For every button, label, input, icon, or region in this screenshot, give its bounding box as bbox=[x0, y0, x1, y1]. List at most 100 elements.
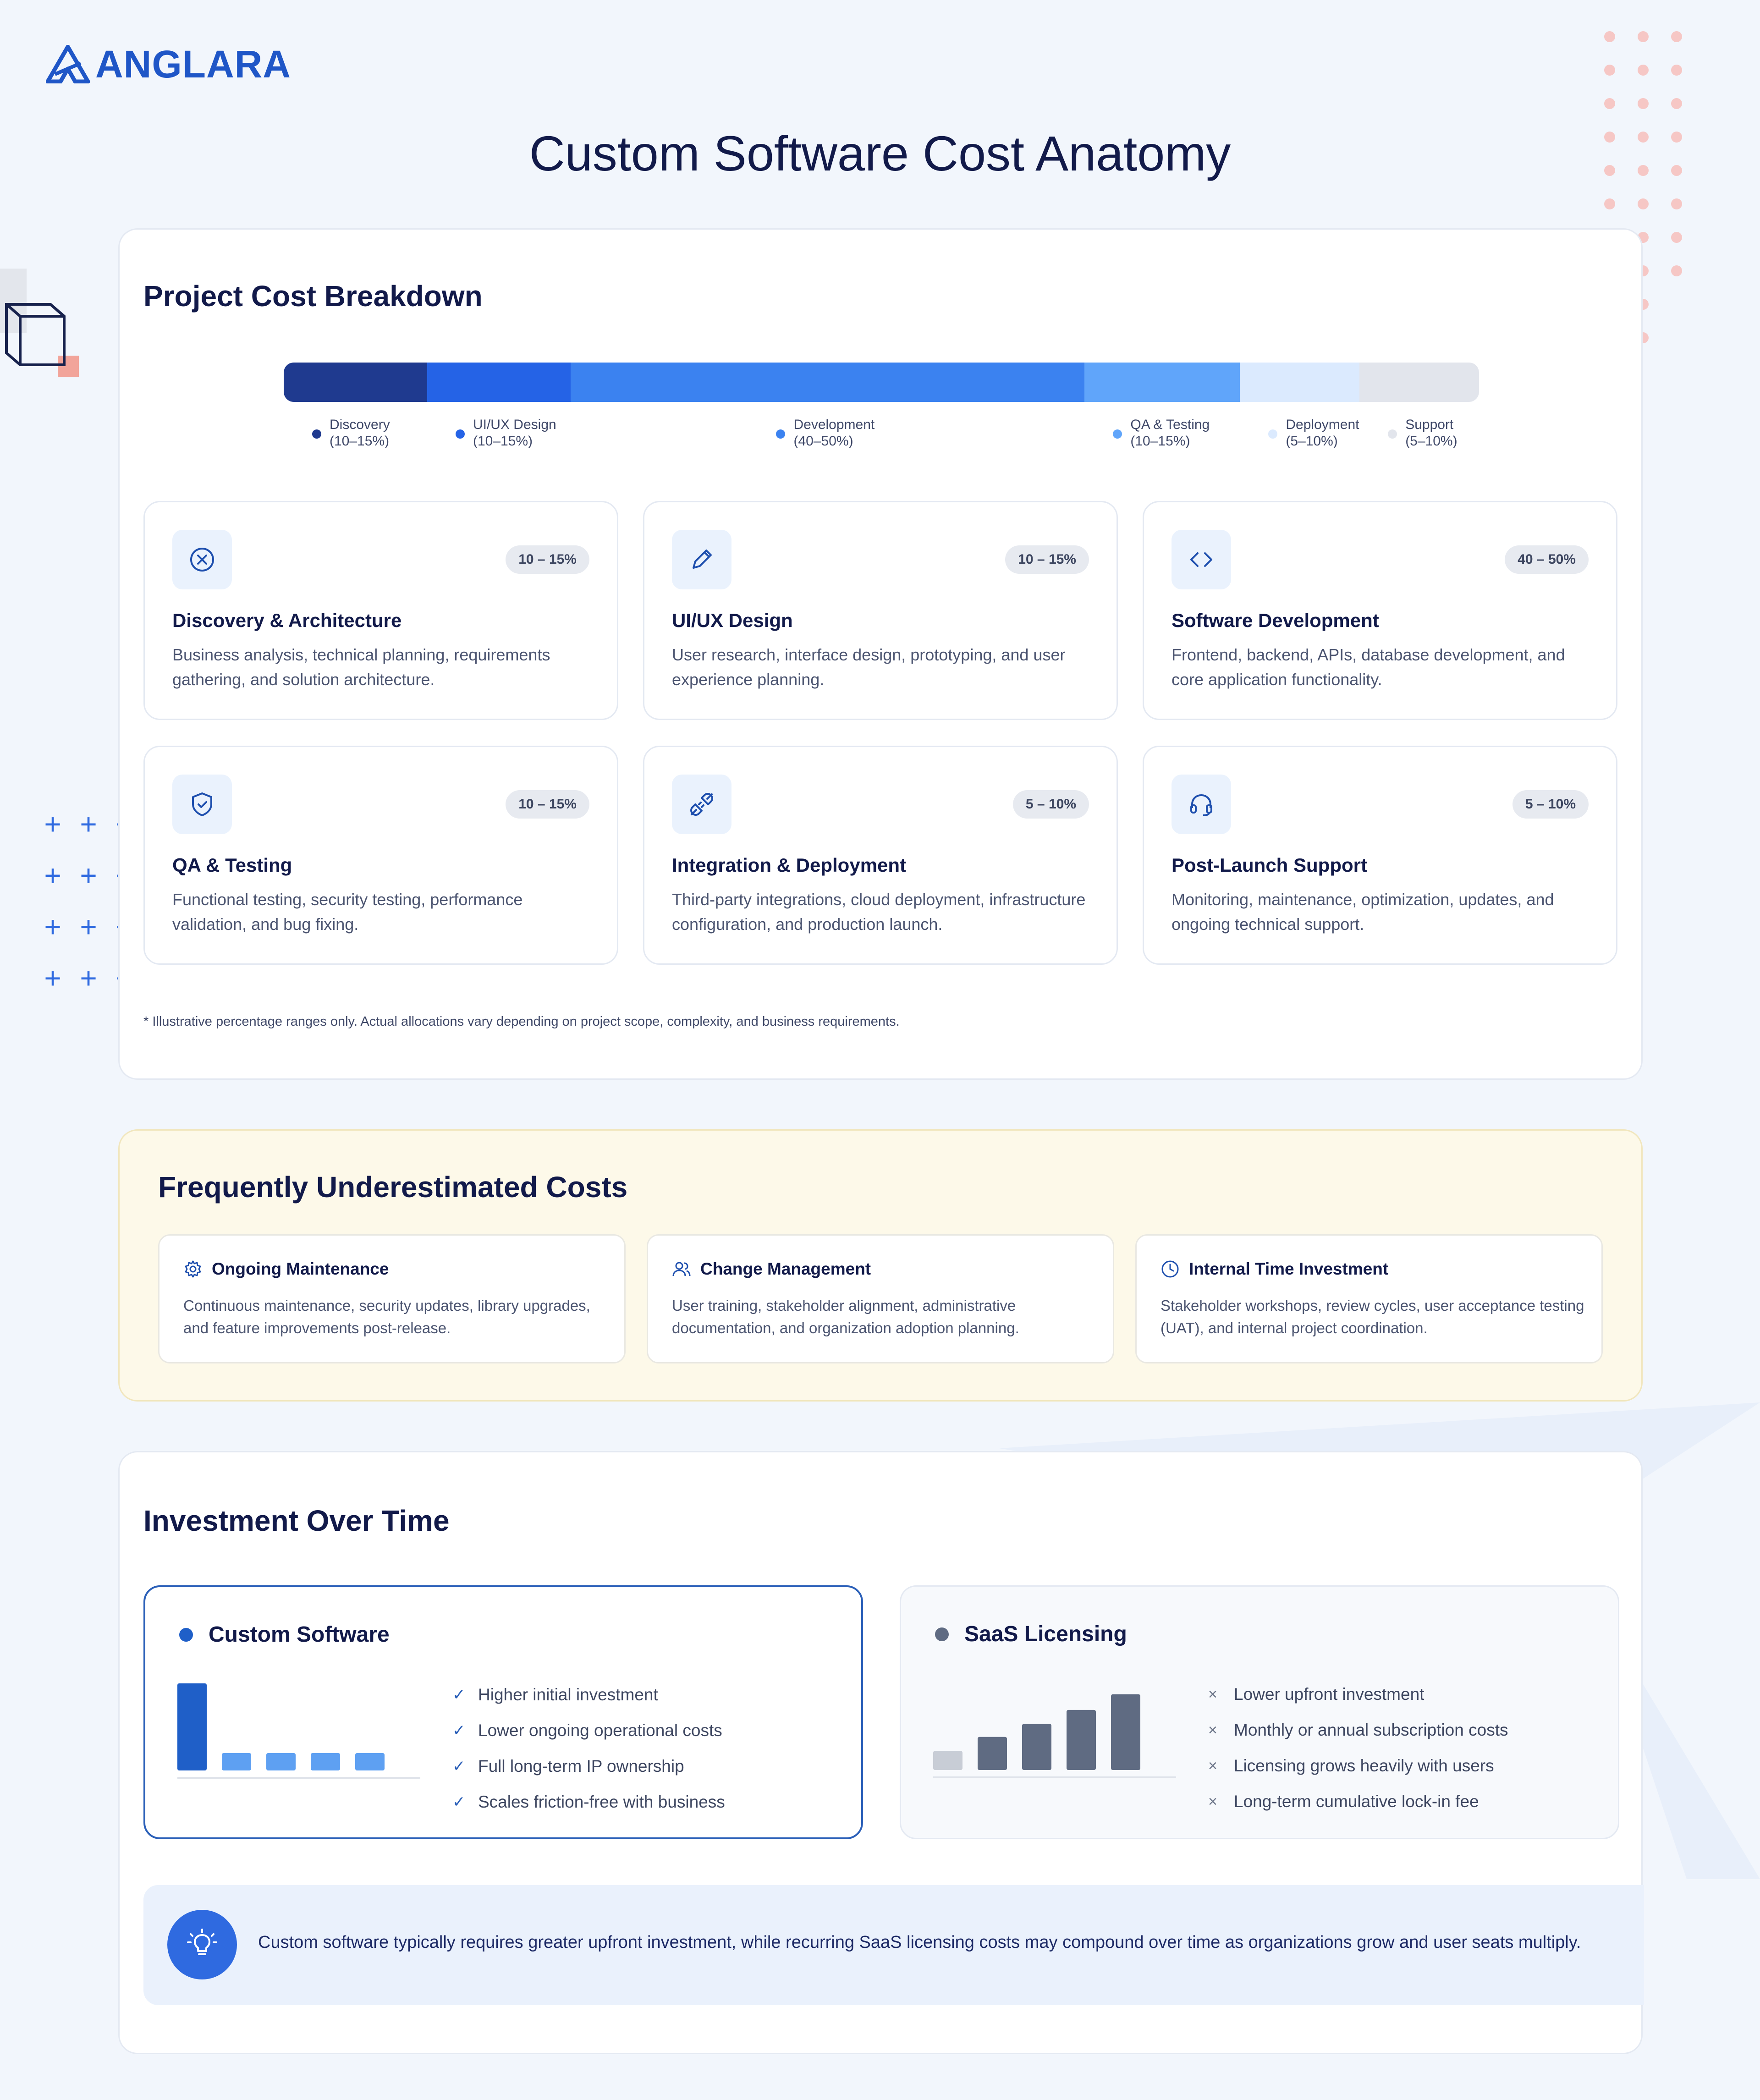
x-icon: × bbox=[1208, 1685, 1217, 1703]
breakdown-title: Project Cost Breakdown bbox=[143, 280, 483, 313]
item-title: Ongoing Maintenance bbox=[212, 1259, 389, 1278]
phase-card-uiux[interactable]: 10 – 15% UI/UX Design User research, int… bbox=[643, 501, 1118, 720]
stack-segment bbox=[570, 363, 1085, 402]
headset-icon bbox=[1172, 775, 1231, 834]
decorative-dot bbox=[1638, 65, 1649, 76]
check-icon: ✓ bbox=[452, 1758, 466, 1775]
phase-description: Functional testing, security testing, pe… bbox=[172, 890, 523, 934]
phase-card-discovery[interactable]: 10 – 15% Discovery & Architecture Busine… bbox=[143, 501, 618, 720]
legend-label: Support (5–10%) bbox=[1405, 417, 1458, 449]
phase-title: Discovery & Architecture bbox=[172, 610, 402, 631]
decorative-dot bbox=[1671, 65, 1682, 76]
underestimated-item-internal-time[interactable]: Internal Time Investment Stakeholder wor… bbox=[1135, 1234, 1603, 1363]
chart-bar bbox=[311, 1753, 340, 1770]
percent-badge: 5 – 10% bbox=[1012, 790, 1089, 819]
gear-icon bbox=[185, 1260, 201, 1278]
chart-bar bbox=[355, 1753, 385, 1770]
percent-badge: 10 – 15% bbox=[506, 545, 589, 574]
bullet-text: Lower ongoing operational costs bbox=[478, 1721, 722, 1740]
check-icon: ✓ bbox=[452, 1793, 466, 1811]
phase-description: Third-party integrations, cloud deployme… bbox=[672, 890, 1086, 934]
phase-card-qa[interactable]: 10 – 15% QA & Testing Functional testing… bbox=[143, 746, 618, 965]
insight-text: Custom software typically requires great… bbox=[258, 1933, 1581, 1952]
close-circle-icon bbox=[172, 530, 232, 589]
anglara-logo-icon bbox=[46, 45, 90, 83]
bullet-text: Long-term cumulative lock-in fee bbox=[1234, 1792, 1479, 1811]
decorative-dot bbox=[1604, 132, 1615, 143]
investment-title: Investment Over Time bbox=[143, 1504, 450, 1537]
stack-segment bbox=[1084, 363, 1240, 402]
item-description: User training, stakeholder alignment, ad… bbox=[672, 1297, 1019, 1336]
phase-description: Business analysis, technical planning, r… bbox=[172, 645, 550, 689]
phase-description: Monitoring, maintenance, optimization, u… bbox=[1172, 890, 1554, 934]
investment-card: Investment Over Time Custom Software ✓ Hi… bbox=[118, 1451, 1644, 2054]
custom-software-option[interactable]: Custom Software ✓ Higher initial investme… bbox=[143, 1585, 863, 1839]
x-icon: × bbox=[1208, 1721, 1217, 1739]
phase-title: Integration & Deployment bbox=[672, 854, 907, 876]
decorative-dot bbox=[1638, 198, 1649, 209]
decorative-dot bbox=[1604, 98, 1615, 109]
item-description: Continuous maintenance, security updates… bbox=[183, 1297, 590, 1336]
brand-logo[interactable]: ANGLARA bbox=[46, 45, 291, 83]
decorative-dot bbox=[1671, 31, 1682, 42]
legend-dot bbox=[1113, 429, 1122, 439]
chart-bar bbox=[978, 1737, 1007, 1770]
legend-item: QA & Testing (10–15%) bbox=[1113, 417, 1210, 450]
chart-bar bbox=[177, 1683, 207, 1770]
chart-bar bbox=[222, 1753, 251, 1770]
bullet-text: Lower upfront investment bbox=[1234, 1685, 1424, 1704]
saas-cost-chart bbox=[933, 1694, 1176, 1778]
decorative-dot bbox=[1604, 165, 1615, 176]
cube-decoration-icon bbox=[0, 269, 79, 377]
option-title: Custom Software bbox=[209, 1622, 390, 1647]
percent-badge: 10 – 15% bbox=[1005, 545, 1089, 574]
decorative-dot bbox=[1638, 132, 1649, 143]
phase-title: Post-Launch Support bbox=[1172, 854, 1367, 876]
x-icon: × bbox=[1208, 1792, 1217, 1810]
code-icon bbox=[1172, 530, 1231, 589]
saas-bullets: × Lower upfront investment × Monthly or an… bbox=[1208, 1677, 1508, 1820]
legend-item: Deployment (5–10%) bbox=[1268, 417, 1359, 450]
stack-segment bbox=[1240, 363, 1360, 402]
phase-title: Software Development bbox=[1172, 610, 1379, 631]
underestimated-title: Frequently Underestimated Costs bbox=[158, 1171, 628, 1204]
underestimated-item-change-management[interactable]: Change Management User training, stakeho… bbox=[647, 1234, 1114, 1363]
legend-label: Development (40–50%) bbox=[793, 417, 875, 449]
decorative-dot bbox=[1638, 31, 1649, 42]
phase-card-support[interactable]: 5 – 10% Post-Launch Support Monitoring, … bbox=[1143, 746, 1617, 965]
phase-card-integration[interactable]: 5 – 10% Integration & Deployment Third-p… bbox=[643, 746, 1118, 965]
page-title: Custom Software Cost Anatomy bbox=[529, 126, 1231, 181]
legend-item: UI/UX Design (10–15%) bbox=[455, 417, 556, 450]
bullet-text: Scales friction-free with business bbox=[478, 1792, 725, 1811]
stack-segment bbox=[427, 363, 571, 402]
pencil-icon bbox=[672, 530, 732, 589]
check-icon: ✓ bbox=[452, 1722, 466, 1739]
decorative-dot bbox=[1604, 31, 1615, 42]
chart-bar bbox=[933, 1751, 962, 1770]
shield-check-icon bbox=[172, 775, 232, 834]
phase-description: User research, interface design, prototy… bbox=[672, 645, 1066, 689]
legend-label: Deployment (5–10%) bbox=[1286, 417, 1359, 449]
percent-badge: 10 – 15% bbox=[506, 790, 589, 819]
saas-licensing-option[interactable]: SaaS Licensing × Lower upfront investment… bbox=[900, 1585, 1619, 1839]
decorative-dot bbox=[1671, 232, 1682, 243]
custom-dot bbox=[179, 1627, 193, 1642]
chart-bar bbox=[1067, 1710, 1096, 1770]
item-description: Stakeholder workshops, review cycles, us… bbox=[1160, 1297, 1584, 1336]
decorative-dot bbox=[1671, 132, 1682, 143]
breakdown-footnote: * Illustrative percentage ranges only. A… bbox=[143, 1014, 900, 1029]
bullet-text: Higher initial investment bbox=[478, 1685, 658, 1704]
bullet-text: Full long-term IP ownership bbox=[478, 1757, 684, 1776]
clock-icon bbox=[1161, 1260, 1179, 1278]
bullet-text: Monthly or annual subscription costs bbox=[1234, 1721, 1508, 1739]
item-title: Internal Time Investment bbox=[1189, 1259, 1389, 1278]
legend-dot bbox=[312, 429, 321, 439]
phase-card-development[interactable]: 40 – 50% Software Development Frontend, … bbox=[1143, 501, 1617, 720]
chart-bar bbox=[1022, 1724, 1051, 1770]
insight-banner: Custom software typically requires great… bbox=[143, 1885, 1644, 2005]
phase-description: Frontend, backend, APIs, database develo… bbox=[1172, 645, 1565, 689]
underestimated-item-maintenance[interactable]: Ongoing Maintenance Continuous maintenan… bbox=[158, 1234, 626, 1363]
legend-item: Discovery (10–15%) bbox=[312, 417, 390, 450]
decorative-dot bbox=[1638, 98, 1649, 109]
legend-label: QA & Testing (10–15%) bbox=[1130, 417, 1210, 449]
